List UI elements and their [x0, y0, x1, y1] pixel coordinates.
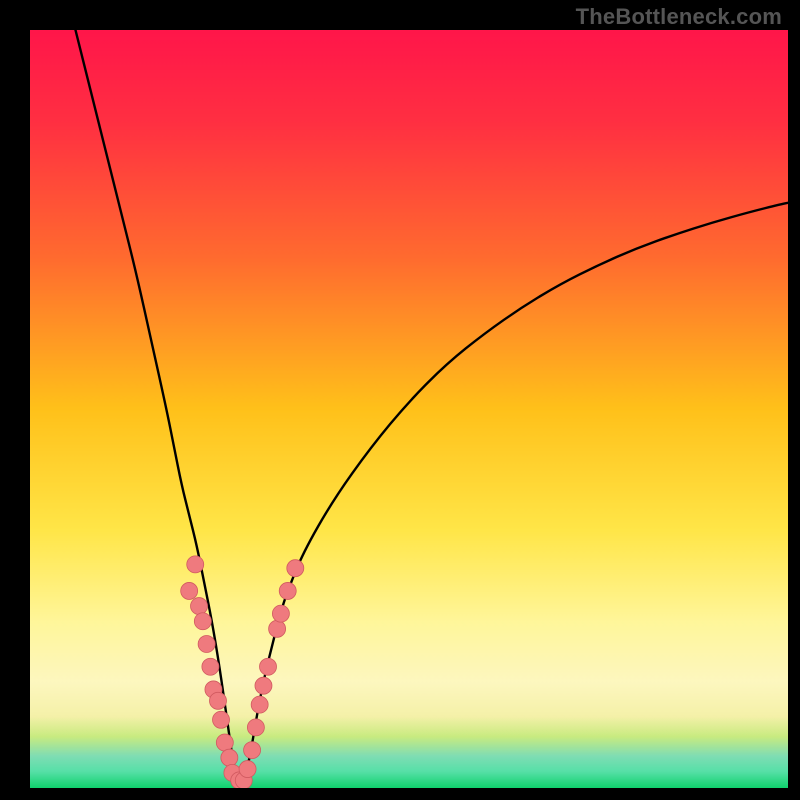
data-point: [287, 560, 304, 577]
data-point: [255, 677, 272, 694]
data-point: [187, 556, 204, 573]
data-point: [213, 711, 230, 728]
bottleneck-curve: [75, 30, 788, 783]
data-point: [198, 635, 215, 652]
data-point: [260, 658, 277, 675]
curve-layer: [30, 30, 788, 788]
data-point: [239, 761, 256, 778]
data-point: [202, 658, 219, 675]
data-point: [269, 620, 286, 637]
data-point: [209, 692, 226, 709]
data-point: [191, 598, 208, 615]
chart-frame: TheBottleneck.com: [0, 0, 800, 800]
plot-area: [30, 30, 788, 788]
data-point: [216, 734, 233, 751]
data-point: [251, 696, 268, 713]
data-point: [244, 742, 261, 759]
watermark-text: TheBottleneck.com: [576, 4, 782, 30]
data-point: [194, 613, 211, 630]
data-point: [272, 605, 289, 622]
data-point: [247, 719, 264, 736]
data-point: [181, 582, 198, 599]
data-point: [279, 582, 296, 599]
data-point: [221, 749, 238, 766]
